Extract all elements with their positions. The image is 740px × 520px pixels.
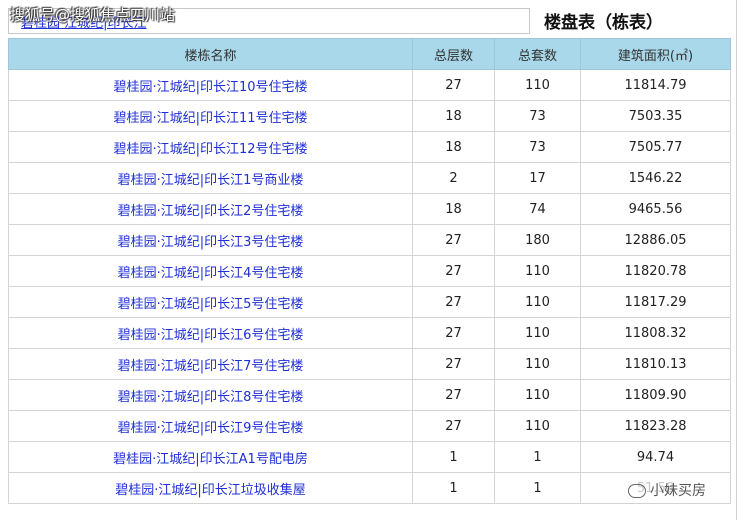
floors-cell: 27 [412,348,495,380]
building-name-link[interactable]: 碧桂园·江城纪|印长江12号住宅楼 [8,131,413,163]
floors-cell: 1 [412,472,495,504]
header-floor-area[interactable]: 建筑面积(㎡) [580,38,731,70]
area-cell: 11817.29 [580,286,731,318]
header-total-units[interactable]: 总套数 [494,38,581,70]
units-cell: 17 [494,162,581,194]
units-cell: 73 [494,131,581,163]
building-name-link[interactable]: 碧桂园·江城纪|印长江4号住宅楼 [8,255,413,287]
units-cell: 110 [494,317,581,349]
table-row: 碧桂园·江城纪|印长江1号商业楼 2 17 1546.22 [8,162,731,194]
floors-cell: 27 [412,379,495,411]
building-name-link[interactable]: 碧桂园·江城纪|印长江10号住宅楼 [8,69,413,101]
area-cell: 7505.77 [580,131,731,163]
units-cell: 110 [494,410,581,442]
floors-cell: 18 [412,100,495,132]
header-building-name[interactable]: 楼栋名称 [8,38,413,70]
area-cell: 11810.13 [580,348,731,380]
building-name-link[interactable]: 碧桂园·江城纪|印长江A1号配电房 [8,441,413,473]
table-row: 碧桂园·江城纪|印长江6号住宅楼 27 110 11808.32 [8,317,731,349]
floors-cell: 27 [412,317,495,349]
units-cell: 73 [494,100,581,132]
units-cell: 110 [494,348,581,380]
building-name-link[interactable]: 碧桂园·江城纪|印长江9号住宅楼 [8,410,413,442]
wechat-label: 小妹买房 [650,483,706,499]
units-cell: 1 [494,441,581,473]
area-cell: 11809.90 [580,379,731,411]
building-name-link[interactable]: 碧桂园·江城纪|印长江6号住宅楼 [8,317,413,349]
units-cell: 180 [494,224,581,256]
units-cell: 74 [494,193,581,225]
units-cell: 110 [494,255,581,287]
building-name-link[interactable]: 碧桂园·江城纪|印长江1号商业楼 [8,162,413,194]
area-cell: 11820.78 [580,255,731,287]
table-row: 碧桂园·江城纪|印长江A1号配电房 1 1 94.74 [8,441,731,473]
table-row: 碧桂园·江城纪|印长江12号住宅楼 18 73 7505.77 [8,131,731,163]
header-total-floors[interactable]: 总层数 [412,38,495,70]
floors-cell: 27 [412,286,495,318]
table-row: 碧桂园·江城纪|印长江4号住宅楼 27 110 11820.78 [8,255,731,287]
table-row: 碧桂园·江城纪|印长江5号住宅楼 27 110 11817.29 [8,286,731,318]
units-cell: 110 [494,379,581,411]
area-cell: 11823.28 [580,410,731,442]
table-row: 碧桂园·江城纪|印长江9号住宅楼 27 110 11823.28 [8,410,731,442]
area-cell: 12886.05 [580,224,731,256]
building-name-link[interactable]: 碧桂园·江城纪|印长江垃圾收集屋 [8,472,413,504]
building-name-link[interactable]: 碧桂园·江城纪|印长江7号住宅楼 [8,348,413,380]
building-name-link[interactable]: 碧桂园·江城纪|印长江2号住宅楼 [8,193,413,225]
page-title: 楼盘表（栋表） [544,13,663,33]
table-row: 碧桂园·江城纪|印长江垃圾收集屋1151.58 [8,472,731,504]
right-divider [736,0,737,520]
units-cell: 1 [494,472,581,504]
table-row: 碧桂园·江城纪|印长江11号住宅楼 18 73 7503.35 [8,100,731,132]
table-row: 碧桂园·江城纪|印长江8号住宅楼 27 110 11809.90 [8,379,731,411]
units-cell: 110 [494,69,581,101]
table-row: 碧桂园·江城纪|印长江10号住宅楼 27 110 11814.79 [8,69,731,101]
table-row: 碧桂园·江城纪|印长江2号住宅楼 18 74 9465.56 [8,193,731,225]
area-cell: 1546.22 [580,162,731,194]
building-name-link[interactable]: 碧桂园·江城纪|印长江5号住宅楼 [8,286,413,318]
area-cell: 9465.56 [580,193,731,225]
units-cell: 110 [494,286,581,318]
floors-cell: 27 [412,410,495,442]
floors-cell: 2 [412,162,495,194]
area-cell: 7503.35 [580,100,731,132]
building-name-link[interactable]: 碧桂园·江城纪|印长江3号住宅楼 [8,224,413,256]
floors-cell: 1 [412,441,495,473]
table-row: 碧桂园·江城纪|印长江7号住宅楼 27 110 11810.13 [8,348,731,380]
wechat-watermark: 小妹买房 [626,480,708,500]
watermark-text: 搜狐号@搜狐焦点四川站 [10,6,176,24]
floors-cell: 27 [412,69,495,101]
floors-cell: 27 [412,255,495,287]
table-row: 碧桂园·江城纪|印长江3号住宅楼 27 180 12886.05 [8,224,731,256]
floors-cell: 18 [412,193,495,225]
table-header-row: 楼栋名称 总层数 总套数 建筑面积(㎡) [8,38,731,70]
building-name-link[interactable]: 碧桂园·江城纪|印长江8号住宅楼 [8,379,413,411]
floors-cell: 27 [412,224,495,256]
floors-cell: 18 [412,131,495,163]
wechat-icon [628,484,646,498]
area-cell: 11814.79 [580,69,731,101]
area-cell: 11808.32 [580,317,731,349]
area-cell: 94.74 [580,441,731,473]
top-bar: 碧桂园·江城纪|印长江 搜狐号@搜狐焦点四川站 楼盘表（栋表） [0,0,740,38]
building-table: 楼栋名称 总层数 总套数 建筑面积(㎡) 碧桂园·江城纪|印长江10号住宅楼 27… [8,38,731,504]
building-name-link[interactable]: 碧桂园·江城纪|印长江11号住宅楼 [8,100,413,132]
